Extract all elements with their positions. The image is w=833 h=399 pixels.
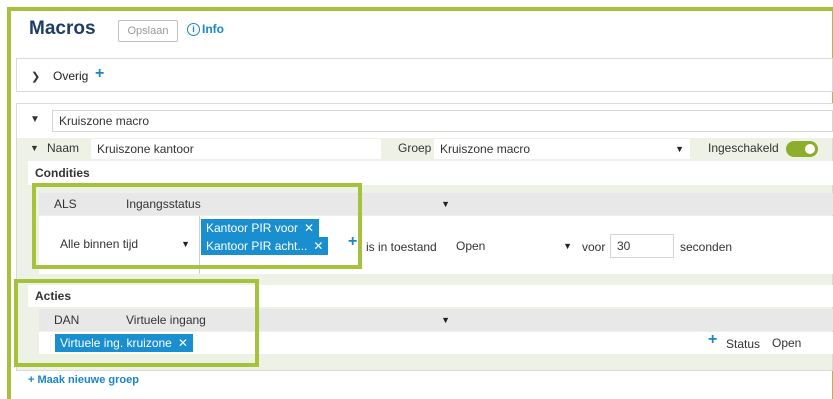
macros-page: Macros Opslaan i Info ❯ Overig + ▼ Kruis… [0,0,833,399]
voor-label: voor [582,240,606,254]
condities-title: Condities [35,166,90,180]
status-label: Status [726,337,761,351]
overig-label[interactable]: Overig [53,69,88,83]
chevron-down-icon: ▼ [563,241,572,251]
chevron-right-icon[interactable]: ❯ [31,70,40,83]
new-group-link[interactable]: + Maak nieuwe groep [28,374,139,386]
highlight-frame-condities [32,183,362,269]
state-label: is in toestand [366,240,437,254]
add-action-output-button[interactable]: + [708,331,717,349]
enabled-toggle[interactable] [786,141,818,157]
ingeschakeld-label: Ingeschakeld [708,141,779,155]
status-select[interactable]: Open [766,333,833,353]
info-icon: i [187,22,200,36]
chevron-down-icon: ▼ [675,144,684,154]
groep-select[interactable]: Kruiszone macro ▼ [434,139,690,159]
page-title: Macros [29,18,96,39]
naam-label: Naam [47,141,80,155]
chevron-down-icon[interactable]: ▼ [30,114,40,125]
unit-label: seconden [680,240,733,254]
chevron-down-icon: ▼ [441,199,450,209]
condities-header [28,161,833,185]
info-label: Info [202,22,224,36]
chevron-down-icon-macro[interactable]: ▼ [30,143,39,153]
group-name-input[interactable]: Kruiszone macro [52,110,833,132]
state-value: Open [456,239,486,253]
highlight-frame-acties [14,279,259,367]
save-button[interactable]: Opslaan [118,20,178,42]
duration-input[interactable]: 30 [610,234,674,258]
add-overig-button[interactable]: + [95,65,104,83]
groep-value: Kruiszone macro [440,142,531,156]
chevron-down-icon: ▼ [441,315,450,325]
groep-label: Groep [398,141,432,155]
state-select[interactable]: Open ▼ [450,236,578,256]
overig-group: ❯ Overig + [16,58,833,92]
info-link[interactable]: i Info [187,22,224,36]
naam-input[interactable]: Kruiszone kantoor [91,139,381,159]
